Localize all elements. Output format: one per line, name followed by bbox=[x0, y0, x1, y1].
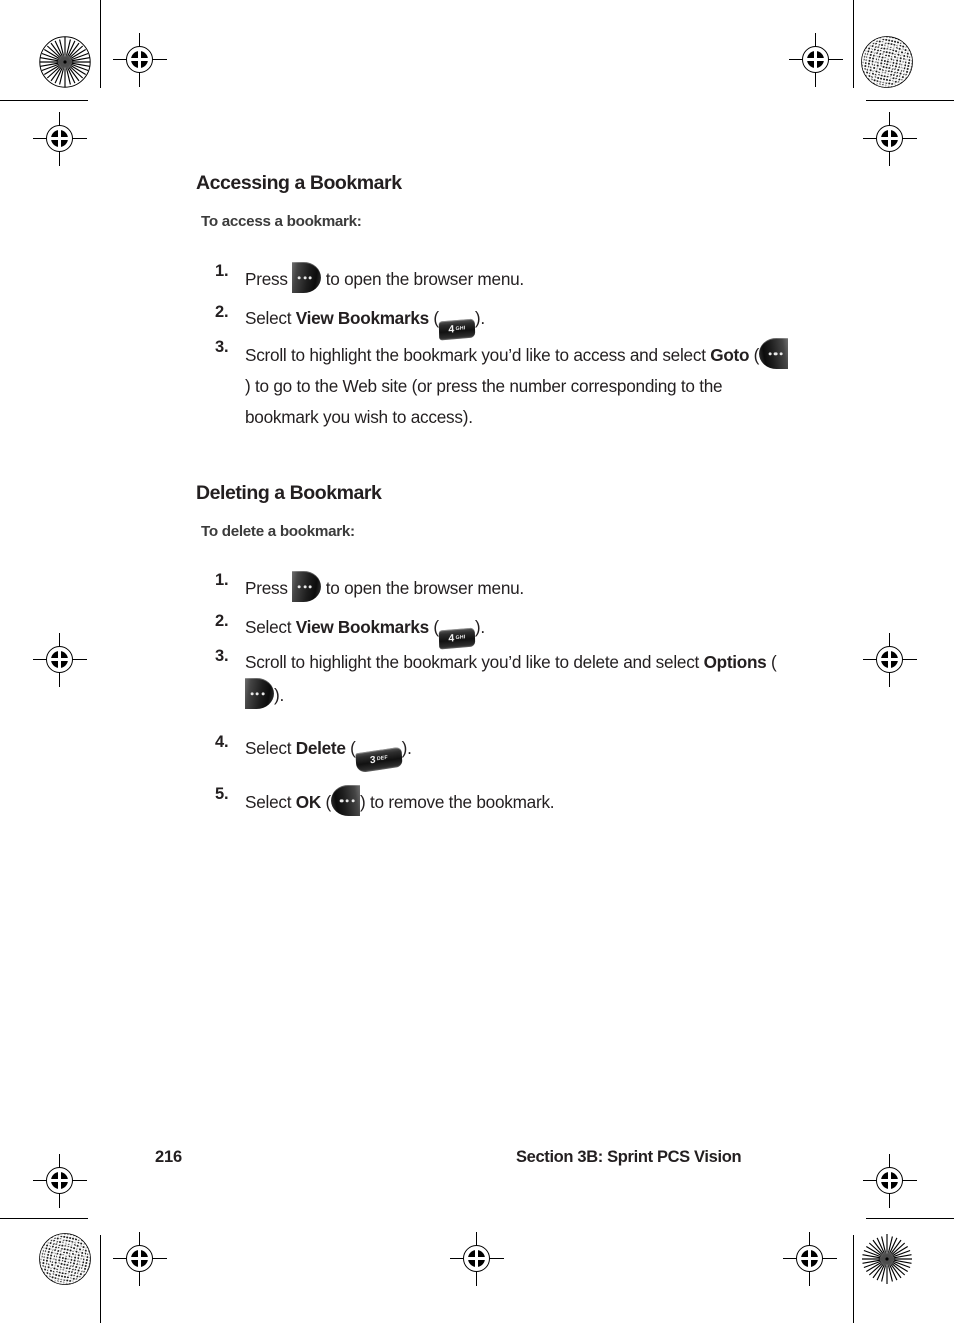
step-emphasis: Goto bbox=[710, 345, 750, 365]
step-emphasis: View Bookmarks bbox=[295, 308, 429, 328]
step-number: 1. bbox=[215, 262, 229, 280]
step-text-after: to open the browser menu. bbox=[321, 269, 524, 289]
softkey-right-options-icon bbox=[245, 678, 274, 709]
step-item: 2. Select View Bookmarks (4 GHI). bbox=[215, 612, 815, 650]
step-number: 3. bbox=[215, 647, 229, 665]
step-paren-open: ( bbox=[749, 345, 760, 365]
step-number: 1. bbox=[215, 571, 229, 589]
section-heading-accessing: Accessing a Bookmark bbox=[196, 172, 402, 194]
numkey-letters: GHI bbox=[455, 633, 466, 641]
step-item: 2. Select View Bookmarks (4 GHI). bbox=[215, 303, 815, 341]
numkey-3-def-icon: 3 DEF bbox=[355, 746, 403, 774]
step-text: Select View Bookmarks (4 GHI). bbox=[245, 612, 485, 650]
step-paren-close: ). bbox=[474, 617, 485, 637]
step-emphasis: Delete bbox=[295, 738, 346, 758]
step-paren-close: ) to go to the Web site (or press the nu… bbox=[245, 376, 723, 427]
step-text: Select OK ( ) to remove the bookmark. bbox=[245, 785, 555, 818]
numkey-digit: 4 bbox=[448, 323, 455, 336]
step-number: 3. bbox=[215, 338, 229, 356]
step-number: 2. bbox=[215, 612, 229, 630]
step-text: Press to open the browser menu. bbox=[245, 571, 524, 604]
numkey-letters: DEF bbox=[376, 755, 388, 763]
softkey-right-menu-icon bbox=[292, 262, 322, 293]
numkey-4-ghi-icon: 4 GHI bbox=[438, 627, 476, 650]
step-text: Scroll to highlight the bookmark you’d l… bbox=[245, 647, 790, 711]
numkey-letters: GHI bbox=[455, 324, 466, 332]
step-item: 3. Scroll to highlight the bookmark you’… bbox=[215, 338, 790, 433]
step-item: 4. Select Delete (3 DEF). bbox=[215, 733, 815, 774]
section-subhead-deleting: To delete a bookmark: bbox=[201, 523, 355, 540]
step-text: Select Delete (3 DEF). bbox=[245, 733, 412, 774]
step-number: 4. bbox=[215, 733, 229, 751]
manual-page-content: Accessing a Bookmark To access a bookmar… bbox=[0, 0, 954, 1323]
numkey-4-ghi-icon: 4 GHI bbox=[438, 318, 476, 341]
step-text-before: Select bbox=[245, 308, 296, 328]
step-text-before: Select bbox=[245, 617, 296, 637]
step-text-after: to open the browser menu. bbox=[321, 578, 524, 598]
step-text-before: Select bbox=[245, 792, 296, 812]
step-text-before: Select bbox=[245, 738, 296, 758]
step-emphasis: Options bbox=[703, 652, 767, 672]
step-paren-open: ( bbox=[345, 738, 356, 758]
step-emphasis: View Bookmarks bbox=[295, 617, 429, 637]
step-number: 2. bbox=[215, 303, 229, 321]
step-paren-close: ) to remove the bookmark. bbox=[359, 792, 555, 812]
softkey-right-menu-icon bbox=[292, 571, 322, 602]
step-paren-close: ). bbox=[401, 738, 412, 758]
softkey-left-goto-icon bbox=[759, 338, 789, 369]
step-paren-close: ). bbox=[474, 308, 485, 328]
footer-section-label: Section 3B: Sprint PCS Vision bbox=[516, 1148, 742, 1166]
step-text-before: Scroll to highlight the bookmark you’d l… bbox=[245, 652, 704, 672]
section-heading-deleting: Deleting a Bookmark bbox=[196, 482, 382, 504]
step-text-before: Press bbox=[245, 578, 293, 598]
step-emphasis: OK bbox=[295, 792, 321, 812]
step-text-before: Press bbox=[245, 269, 293, 289]
page-number: 216 bbox=[155, 1148, 182, 1166]
step-paren-open: ( bbox=[428, 617, 439, 637]
numkey-digit: 4 bbox=[448, 632, 455, 645]
section-subhead-accessing: To access a bookmark: bbox=[201, 213, 362, 230]
step-paren-open: ( bbox=[766, 652, 777, 672]
step-paren-close: ). bbox=[274, 685, 284, 705]
step-text: Select View Bookmarks (4 GHI). bbox=[245, 303, 485, 341]
step-paren-open: ( bbox=[320, 792, 332, 812]
numkey-digit: 3 bbox=[369, 754, 376, 767]
step-paren-open: ( bbox=[428, 308, 439, 328]
step-number: 5. bbox=[215, 785, 229, 803]
step-item: 1. Press to open the browser menu. bbox=[215, 571, 815, 604]
step-item: 3. Scroll to highlight the bookmark you’… bbox=[215, 647, 790, 711]
step-text: Scroll to highlight the bookmark you’d l… bbox=[245, 338, 790, 433]
step-text-before: Scroll to highlight the bookmark you’d l… bbox=[245, 345, 711, 365]
softkey-left-ok-icon bbox=[330, 785, 360, 816]
step-text: Press to open the browser menu. bbox=[245, 262, 524, 295]
step-item: 1. Press to open the browser menu. bbox=[215, 262, 815, 295]
step-item: 5. Select OK ( ) to remove the bookmark. bbox=[215, 785, 815, 818]
